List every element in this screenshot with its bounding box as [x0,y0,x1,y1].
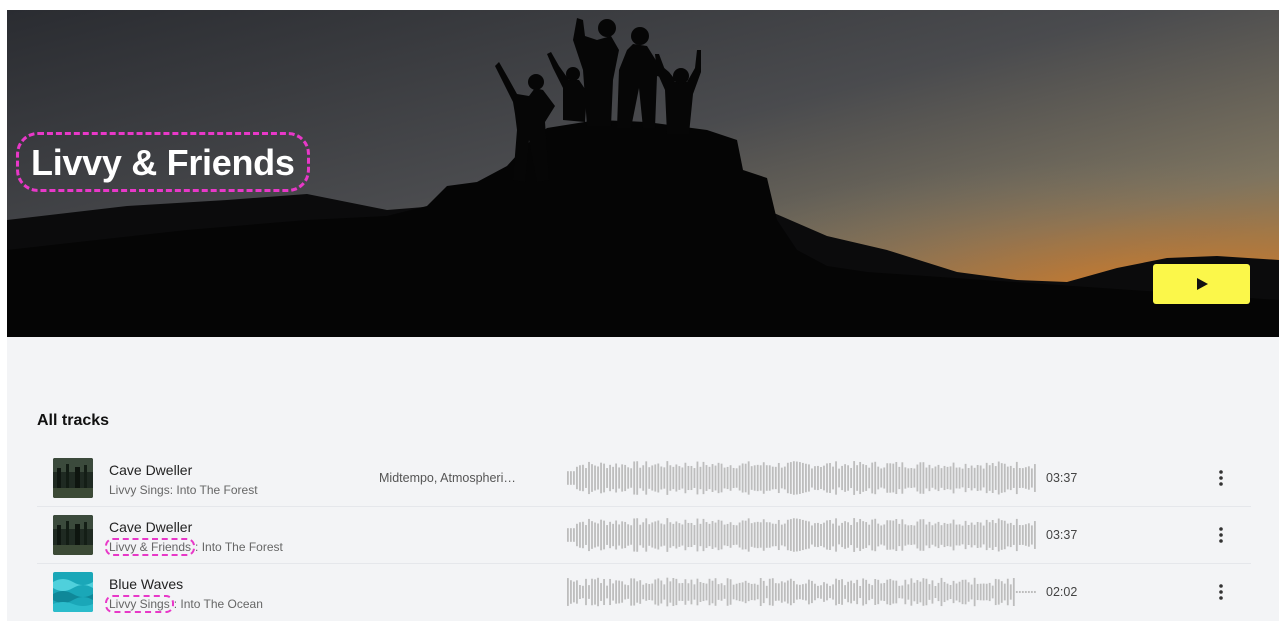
track-subtitle: Livvy Sings: Into The Forest [109,483,258,497]
ocean-artwork-icon [53,572,93,612]
hero-banner: Livvy & Friends [7,10,1279,337]
table-row[interactable]: Cave Dweller Livvy Sings: Into The Fores… [37,450,1251,507]
track-duration: 02:02 [1046,585,1078,599]
play-icon [1196,278,1208,290]
track-waveform[interactable] [567,575,1037,609]
track-artist[interactable]: Livvy Sings [105,595,174,613]
track-title[interactable]: Cave Dweller [109,462,192,478]
track-album[interactable]: Into The Forest [202,540,283,554]
track-artist[interactable]: Livvy & Friends [105,538,196,556]
more-vertical-icon [1219,470,1223,486]
track-duration: 03:37 [1046,471,1078,485]
more-vertical-icon [1219,584,1223,600]
track-thumbnail [53,572,93,612]
forest-artwork-icon [53,515,93,555]
track-title[interactable]: Blue Waves [109,576,183,592]
track-title[interactable]: Cave Dweller [109,519,192,535]
play-button[interactable] [1153,264,1250,304]
track-tags: Midtempo, Atmospheri… [379,471,516,485]
hero-title-highlight: Livvy & Friends [16,132,310,192]
track-thumbnail [53,458,93,498]
forest-artwork-icon [53,458,93,498]
track-album[interactable]: Into The Forest [176,483,257,497]
table-row[interactable]: Cave Dweller Livvy & Friends: Into The F… [37,507,1251,564]
track-list: Cave Dweller Livvy Sings: Into The Fores… [37,450,1251,621]
track-duration: 03:37 [1046,528,1078,542]
table-row[interactable]: Blue Waves Livvy Sings: Into The Ocean 0… [37,564,1251,621]
more-options-button[interactable] [1209,580,1233,604]
track-thumbnail [53,515,93,555]
more-vertical-icon [1219,527,1223,543]
page-title: Livvy & Friends [31,142,295,183]
app-frame: Livvy & Friends All tracks Cave Dweller … [7,10,1279,621]
track-subtitle: Livvy Sings: Into The Ocean [105,595,263,613]
track-waveform[interactable] [567,518,1037,552]
section-title: All tracks [37,412,110,429]
more-options-button[interactable] [1209,466,1233,490]
track-separator: : [195,540,202,554]
track-waveform[interactable] [567,461,1037,495]
track-subtitle: Livvy & Friends: Into The Forest [105,538,283,556]
track-album[interactable]: Into The Ocean [180,597,263,611]
track-artist[interactable]: Livvy Sings [109,483,170,497]
more-options-button[interactable] [1209,523,1233,547]
